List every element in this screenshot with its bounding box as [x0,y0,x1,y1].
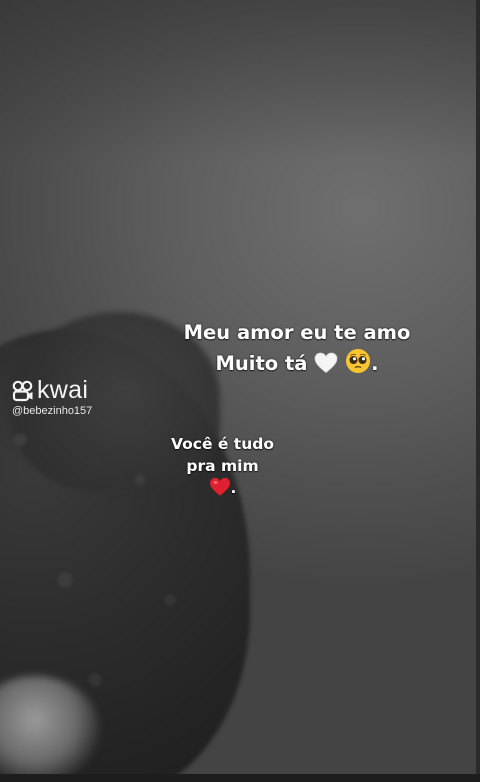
caption-main-period: . [371,352,379,375]
caption-main-line-2-row: Muito tá . [172,348,422,379]
video-frame: kwai @bebezinho157 Meu amor eu te amo Mu… [0,0,480,782]
caption-small-period: . [230,479,237,497]
background-vignette [0,0,480,160]
caption-main: Meu amor eu te amo Muito tá . [172,318,422,379]
caption-small: Você é tudo pra mim . [150,433,295,499]
caption-small-line-1: Você é tudo [171,435,274,453]
frame-edge [476,0,480,782]
kwai-watermark: kwai @bebezinho157 [12,378,93,418]
caption-main-line-2: Muito tá [215,352,308,375]
red-heart-icon [209,477,230,496]
kwai-logo-icon [12,380,33,401]
caption-main-line-1: Meu amor eu te amo [183,321,411,344]
pleading-face-icon [346,349,371,373]
white-heart-icon [314,352,338,374]
caption-small-line-2: pra mim [186,457,259,475]
kwai-brand-text: kwai [37,376,89,404]
bottom-bar [0,774,480,782]
kwai-brand-row: kwai [12,378,92,403]
caption-small-line-3-row: . [150,477,295,499]
kwai-user-handle: @bebezinho157 [12,405,93,417]
